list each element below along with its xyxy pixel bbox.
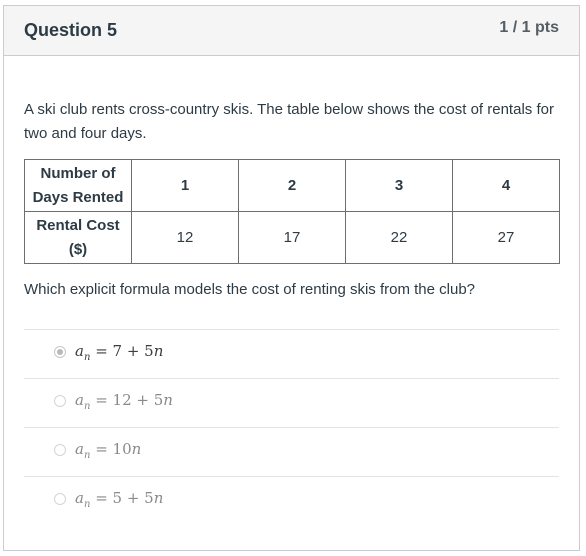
question-prompt: A ski club rents cross-country skis. The… [24, 101, 554, 142]
answer-formula: an = 12 + 5n [75, 391, 173, 412]
radio-button[interactable] [54, 395, 66, 407]
formula-rhs: = 7 + 5 [95, 342, 154, 360]
question-body: A ski club rents cross-country skis. The… [24, 56, 560, 525]
rental-table: Number of Days Rented 1 2 3 4 Rental Cos… [24, 159, 560, 264]
formula-tail: n [153, 342, 164, 360]
formula-tail: n [131, 440, 142, 458]
answer-list: an = 7 + 5n an = 12 + 5n an = 10n an = 5… [24, 329, 559, 525]
table-cell: 3 [345, 159, 453, 212]
question-card: Question 5 1 / 1 pts A ski club rents cr… [3, 5, 580, 551]
table-cell: 2 [238, 159, 346, 212]
radio-button[interactable] [54, 444, 66, 456]
answer-option[interactable]: an = 12 + 5n [24, 379, 559, 428]
answer-formula: an = 10n [75, 440, 141, 461]
question-text: Which explicit formula models the cost o… [24, 281, 476, 298]
row-header-line2: Days Rented [32, 188, 124, 206]
formula-sub: n [83, 401, 91, 412]
answer-formula: an = 7 + 5n [75, 342, 163, 363]
table-row-cost: Rental Cost ($) 12 17 22 27 [24, 211, 560, 264]
formula-tail: n [153, 489, 164, 507]
formula-var: a [75, 440, 84, 458]
table-cell: 1 [131, 159, 239, 212]
radio-button-selected[interactable] [54, 346, 66, 358]
row-header-cost: Rental Cost ($) [24, 211, 132, 264]
formula-var: a [75, 489, 84, 507]
answer-option[interactable]: an = 7 + 5n [24, 330, 559, 379]
formula-sub: n [83, 352, 91, 363]
formula-var: a [75, 391, 84, 409]
formula-tail: n [163, 391, 173, 409]
table-cell: 22 [345, 211, 453, 264]
formula-sub: n [83, 450, 91, 461]
formula-rhs: = 10 [95, 440, 132, 458]
row-header-days: Number of Days Rented [24, 159, 132, 212]
formula-sub: n [83, 499, 91, 510]
table-cell: 27 [452, 211, 560, 264]
row-header-line1: Number of [40, 164, 116, 182]
answer-option[interactable]: an = 5 + 5n [24, 477, 559, 525]
row-header-line1: Rental Cost [36, 216, 120, 234]
table-cell: 17 [238, 211, 346, 264]
row-header-line2: ($) [68, 240, 88, 258]
formula-rhs: = 5 + 5 [95, 489, 154, 507]
table-row-days: Number of Days Rented 1 2 3 4 [24, 159, 560, 212]
table-cell: 12 [131, 211, 239, 264]
radio-button[interactable] [54, 493, 66, 505]
formula-var: a [75, 342, 84, 360]
table-cell: 4 [452, 159, 560, 212]
question-header: Question 5 1 / 1 pts [4, 6, 579, 56]
question-points: 1 / 1 pts [499, 19, 559, 36]
question-title: Question 5 [24, 20, 118, 40]
answer-option[interactable]: an = 10n [24, 428, 559, 477]
answer-formula: an = 5 + 5n [75, 489, 163, 510]
formula-rhs: = 12 + 5 [95, 391, 164, 409]
